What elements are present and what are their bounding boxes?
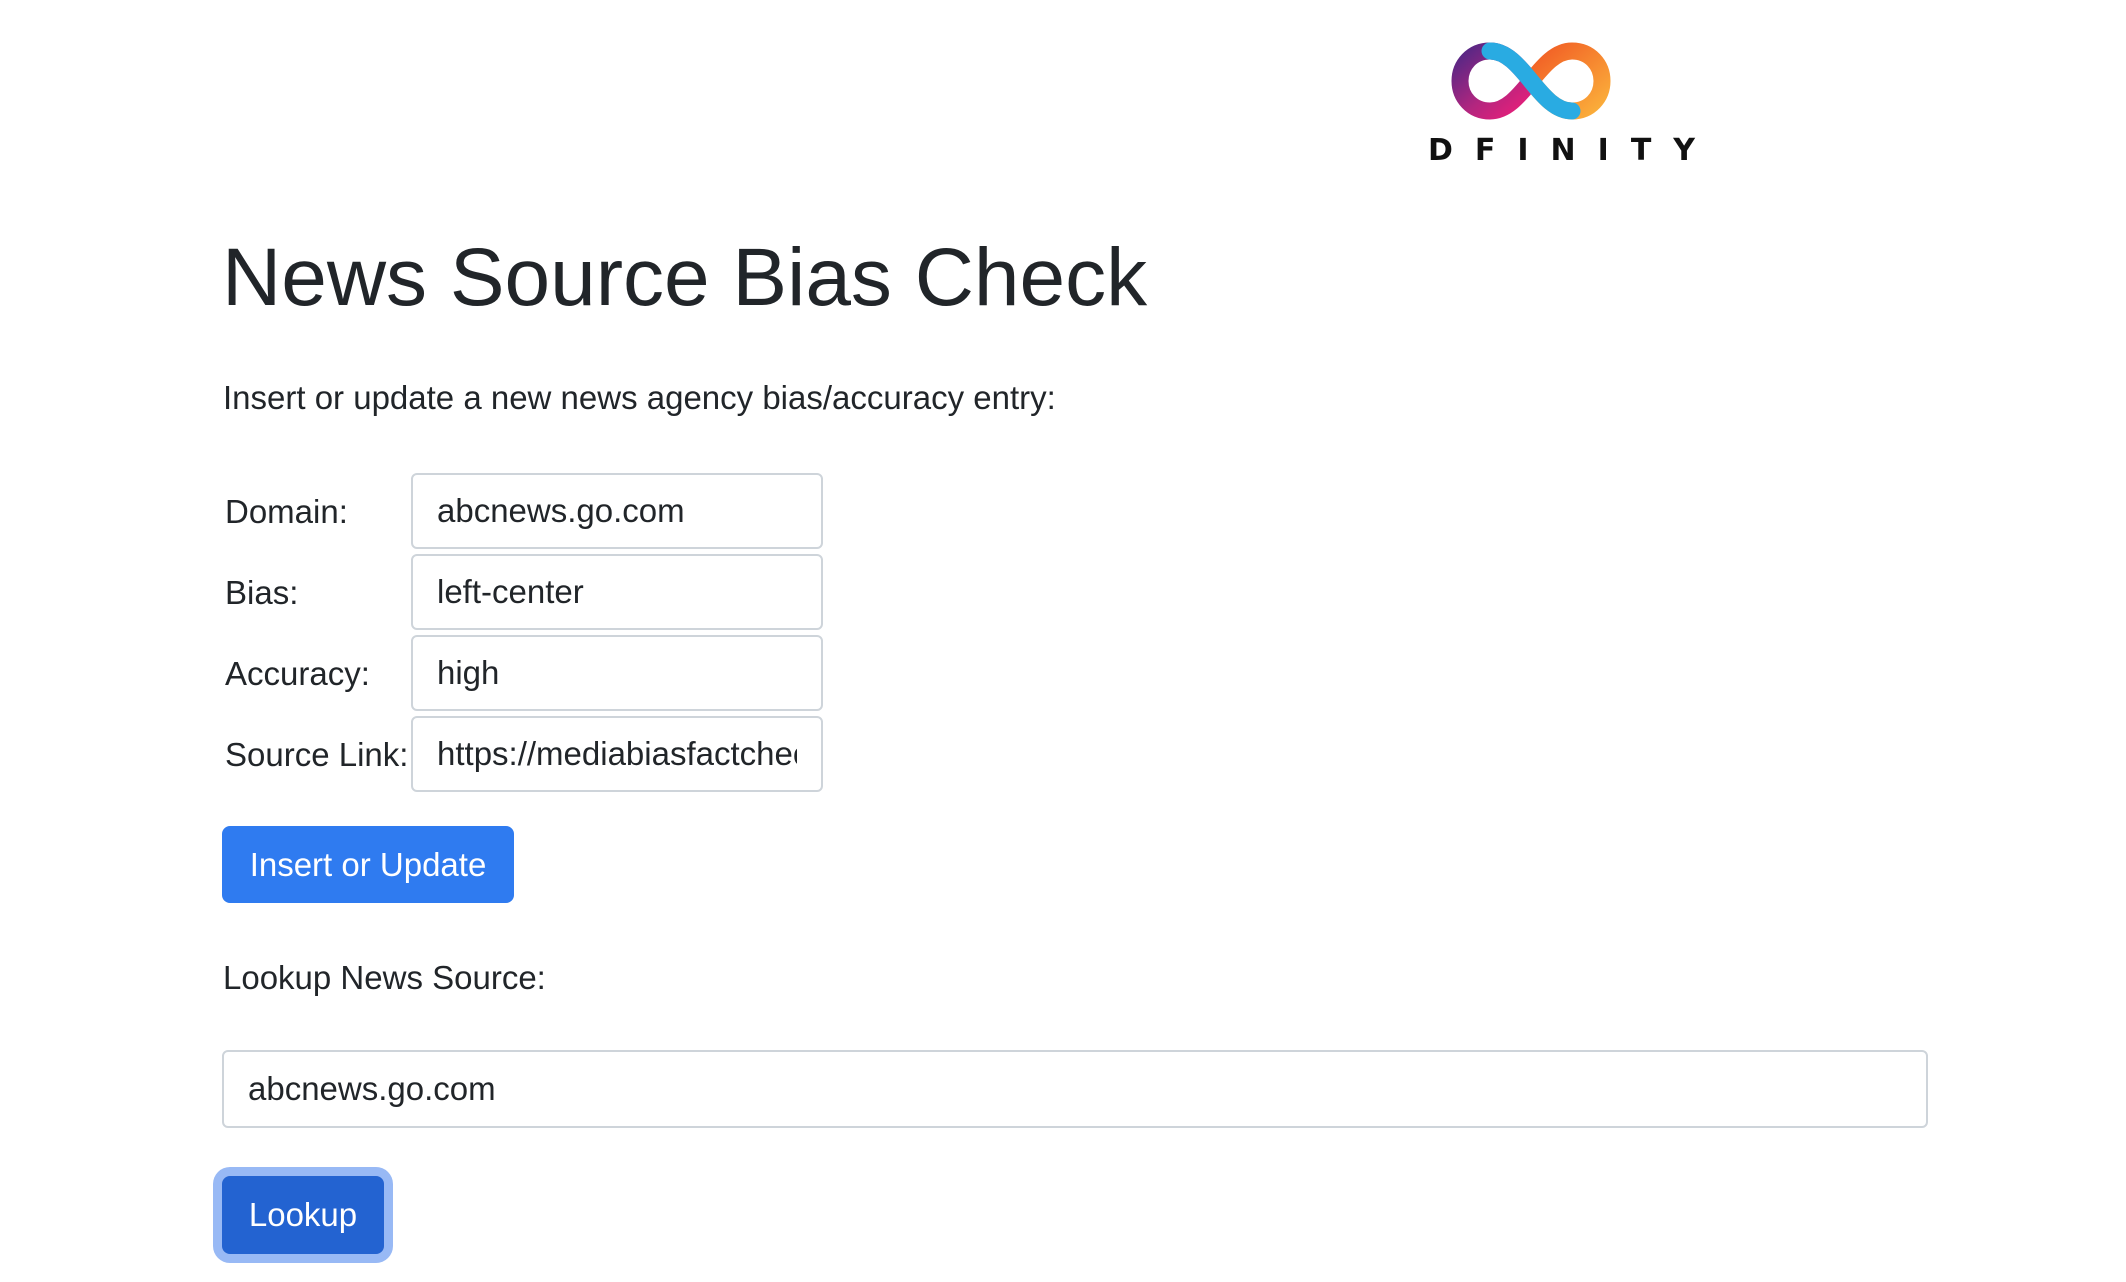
source-link-label: Source Link: [225, 736, 409, 773]
intro-text: Insert or update a new news agency bias/… [223, 379, 1056, 416]
source-link-input[interactable] [411, 716, 823, 792]
dfinity-wordmark: DFINITY [1428, 133, 1718, 168]
domain-input[interactable] [411, 473, 823, 549]
accuracy-input[interactable] [411, 635, 823, 711]
insert-or-update-button[interactable]: Insert or Update [222, 826, 514, 903]
lookup-button[interactable]: Lookup [222, 1176, 384, 1254]
domain-label: Domain: [225, 493, 348, 530]
bias-label: Bias: [225, 574, 299, 611]
lookup-input[interactable] [222, 1050, 1928, 1128]
page-title: News Source Bias Check [222, 232, 1148, 323]
bias-input[interactable] [411, 554, 823, 630]
infinity-logo-icon [1451, 42, 1611, 120]
accuracy-label: Accuracy: [225, 655, 370, 692]
lookup-label: Lookup News Source: [223, 959, 546, 996]
dfinity-logo: DFINITY [1406, 35, 1718, 170]
